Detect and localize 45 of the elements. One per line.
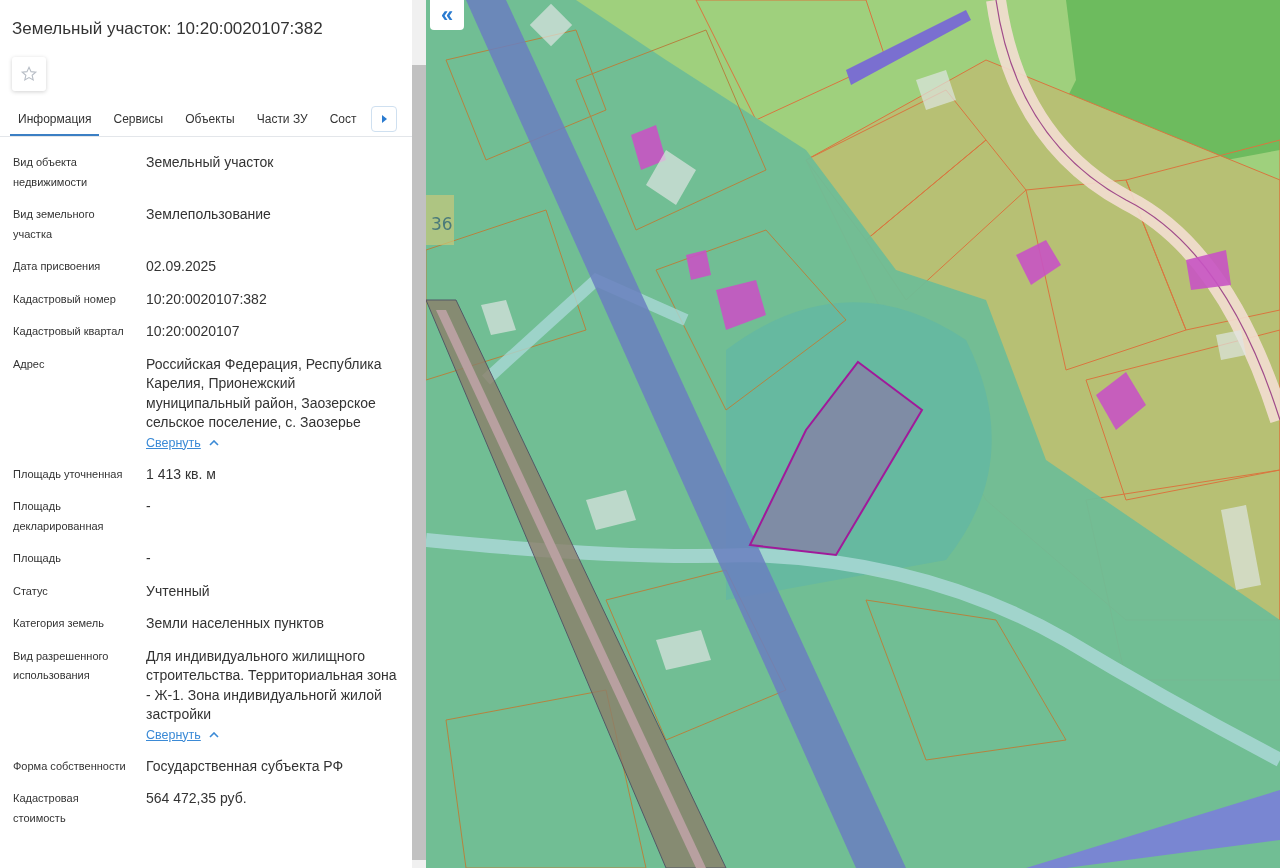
field-value: 10:20:0020107:382 — [146, 289, 268, 309]
field-label: Площадь уточненная — [13, 466, 124, 482]
collapse-panel-button[interactable]: « — [430, 0, 464, 30]
field-value: Для индивидуального жилищного строительства. Территориальная зона - Ж-1. Зона индивидуальногй жилой застройки — [146, 646, 398, 724]
field-value: - — [146, 497, 152, 516]
tab[interactable]: Информация — [10, 103, 100, 136]
field-label: Кадастровый квартал — [13, 324, 125, 339]
field-label: Дата присвоения — [13, 259, 102, 274]
field-value: 1 413 кв. м — [146, 464, 217, 484]
collapse-link[interactable]: Свернуть — [146, 725, 201, 744]
scroll-tabs-button[interactable] — [370, 106, 397, 132]
page-title: Земельный участок: 10:20:0020107:382 — [11, 18, 324, 40]
field-value: Земельный участок — [146, 153, 275, 172]
field-label: Категория земель — [13, 616, 105, 631]
field-value: Землепользование — [146, 205, 272, 224]
field-label: Кадастровый номер — [13, 291, 117, 307]
field-label: Площадь декларированная — [13, 499, 105, 534]
collapse-link[interactable]: Свернуть — [146, 433, 201, 452]
field-value: Земли населенных пунктов — [146, 614, 326, 633]
field-label: Кадастровая стоимость — [13, 791, 80, 826]
field-label: Форма собственности — [13, 758, 127, 774]
field-label: Вид разрешенного использования — [13, 648, 110, 683]
triangle-icon — [380, 115, 387, 123]
parcel-number: 36 — [431, 214, 453, 234]
chevron-up-icon — [208, 439, 219, 446]
field-value: Учтенный — [146, 581, 211, 601]
field-label: Вид объекта недвижимости — [13, 155, 89, 190]
chevron-up-icon — [208, 731, 219, 738]
field-label: Статус — [13, 583, 49, 599]
field-label: Адрес — [13, 356, 46, 372]
favorite-button[interactable] — [12, 57, 46, 91]
tab[interactable]: Объекты — [177, 103, 243, 136]
star-icon — [20, 65, 38, 83]
tab[interactable]: Части ЗУ — [248, 103, 316, 136]
field-value: 564 472,35 руб. — [146, 789, 248, 808]
field-label: Вид земельного участка — [13, 207, 96, 242]
field-value: 02.09.2025 — [146, 257, 218, 276]
scrollbar[interactable] — [412, 0, 426, 868]
field-label: Площадь — [13, 551, 62, 566]
field-value: Государственная субъекта РФ — [146, 756, 345, 776]
field-value: 10:20:0020107 — [146, 322, 241, 341]
field-value: - — [146, 549, 152, 568]
tab[interactable]: Сост — [321, 103, 365, 136]
field-value: Российская Федерация, Республика Карелия, Прионежский муниципальный район, Заозерское сельское поселение, с. Заозерье — [146, 354, 383, 432]
tab[interactable]: Сервисы — [105, 103, 172, 136]
